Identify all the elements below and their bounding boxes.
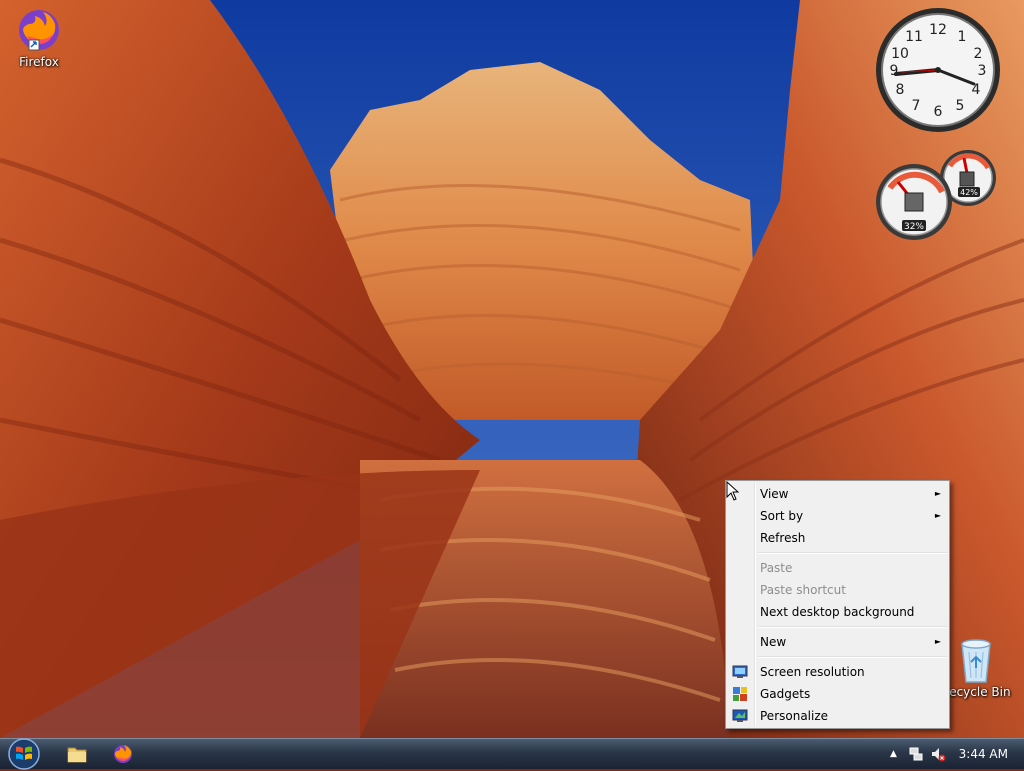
- menu-item-refresh[interactable]: Refresh: [726, 527, 949, 549]
- svg-text:7: 7: [912, 98, 921, 114]
- recycle-bin-icon: [961, 639, 991, 683]
- menu-item-view[interactable]: View ►: [726, 483, 949, 505]
- desktop[interactable]: Firefox Recycle Bin 12 1 2 345 678 9 10 11: [0, 0, 1024, 738]
- menu-separator: [758, 626, 947, 628]
- monitor-icon: [732, 665, 748, 678]
- memory-percent: 42%: [960, 188, 978, 197]
- svg-text:6: 6: [934, 104, 943, 120]
- personalize-icon: [732, 709, 748, 722]
- firefox-icon: [19, 10, 59, 51]
- svg-text:9: 9: [890, 63, 899, 79]
- menu-item-label: Personalize: [760, 709, 829, 723]
- desktop-icon-firefox[interactable]: Firefox: [1, 6, 77, 69]
- menu-item-personalize[interactable]: Personalize: [726, 705, 949, 727]
- mouse-cursor-icon: [726, 481, 740, 501]
- menu-item-screen-resolution[interactable]: Screen resolution: [726, 661, 949, 683]
- clock-gadget[interactable]: 12 12 345 678 91011: [874, 6, 1002, 134]
- desktop-icon-label: Firefox: [19, 55, 59, 69]
- desktop-context-menu: View ► Sort by ► Refresh Paste Paste sho…: [725, 480, 950, 729]
- taskbar-clock[interactable]: 3:44 AM: [959, 739, 1008, 769]
- svg-text:5: 5: [956, 98, 965, 114]
- menu-item-paste-shortcut: Paste shortcut: [726, 579, 949, 601]
- volume-muted-icon[interactable]: [930, 746, 946, 762]
- menu-item-label: Paste shortcut: [760, 583, 846, 597]
- menu-item-sort-by[interactable]: Sort by ►: [726, 505, 949, 527]
- svg-text:1: 1: [958, 29, 967, 45]
- svg-text:11: 11: [905, 29, 923, 45]
- start-button[interactable]: [6, 737, 42, 771]
- submenu-arrow-icon: ►: [934, 511, 941, 520]
- firefox-taskbar-icon[interactable]: [110, 742, 136, 766]
- menu-separator: [758, 552, 947, 554]
- submenu-arrow-icon: ►: [934, 489, 941, 498]
- taskbar: ▲ 3:44 AM: [0, 737, 1024, 771]
- menu-item-gadgets[interactable]: Gadgets: [726, 683, 949, 705]
- cpu-meter-gadget[interactable]: 42% 32%: [870, 146, 1002, 246]
- menu-item-label: Next desktop background: [760, 605, 915, 619]
- menu-item-label: Paste: [760, 561, 793, 575]
- submenu-arrow-icon: ►: [934, 637, 941, 646]
- gadgets-icon: [733, 687, 747, 701]
- windows-explorer-taskbar-icon[interactable]: [64, 742, 90, 766]
- show-hidden-icons-icon[interactable]: ▲: [890, 746, 906, 762]
- menu-item-label: Sort by: [760, 509, 804, 523]
- svg-text:12: 12: [929, 22, 947, 38]
- menu-item-new[interactable]: New ►: [726, 631, 949, 653]
- system-tray: ▲ 3:44 AM: [874, 739, 1024, 769]
- menu-item-label: Refresh: [760, 531, 806, 545]
- menu-item-paste: Paste: [726, 557, 949, 579]
- svg-text:10: 10: [891, 46, 909, 62]
- network-icon[interactable]: [908, 746, 924, 762]
- menu-item-label: View: [760, 487, 789, 501]
- menu-item-next-desktop-background[interactable]: Next desktop background: [726, 601, 949, 623]
- svg-text:2: 2: [974, 46, 983, 62]
- menu-item-label: New: [760, 635, 787, 649]
- menu-item-label: Gadgets: [760, 687, 811, 701]
- menu-item-label: Screen resolution: [760, 665, 865, 679]
- menu-separator: [758, 656, 947, 658]
- svg-text:8: 8: [896, 82, 905, 98]
- svg-text:3: 3: [978, 63, 987, 79]
- cpu-percent: 32%: [904, 222, 924, 232]
